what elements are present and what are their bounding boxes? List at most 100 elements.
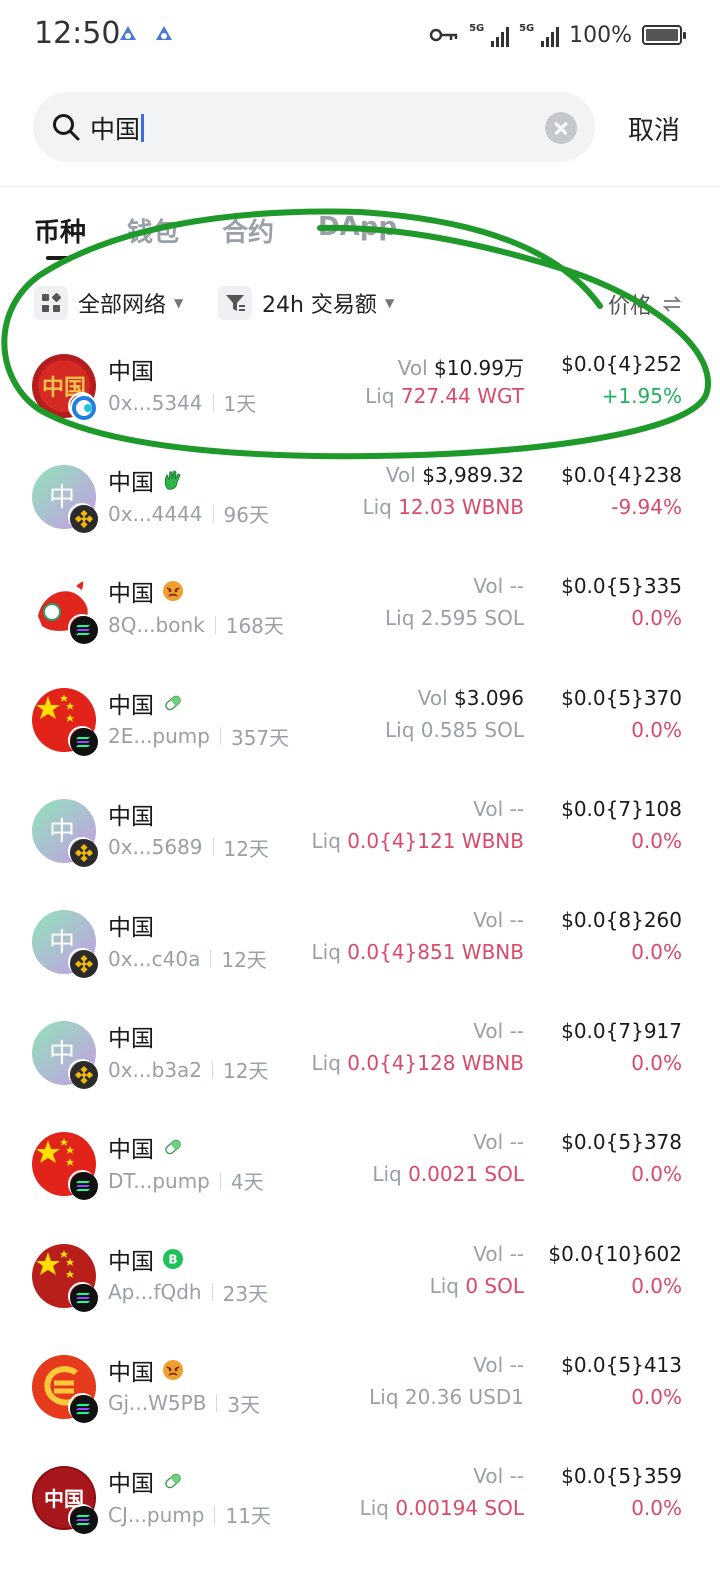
- token-price: $0.0{4}238: [561, 463, 682, 488]
- token-meta: 0x...5344 1天: [108, 388, 256, 417]
- angry-face-icon: [162, 1359, 184, 1381]
- volume-value: --: [509, 574, 524, 599]
- token-price: $0.0{5}413: [561, 1352, 682, 1377]
- grid-icon: [34, 286, 68, 320]
- separator: [212, 1060, 214, 1079]
- token-age: 12天: [221, 948, 267, 972]
- token-meta: 0x...4444 96天: [108, 499, 269, 528]
- token-meta: Gj...W5PB 3天: [108, 1389, 260, 1418]
- vol-label: Vol: [473, 796, 504, 821]
- tab-tokens[interactable]: 币种: [34, 212, 86, 249]
- vol-label: Vol: [473, 1019, 504, 1044]
- liquidity-value: 0.0021 SOL: [408, 1162, 524, 1187]
- svg-text:B: B: [168, 1252, 177, 1266]
- vol-label: Vol: [473, 908, 504, 932]
- hand-emoji-icon: [162, 469, 184, 491]
- token-row[interactable]: 中国 中国 0x...5344 1天 Vol $10.99万 Liq 727.44 WGT…: [0, 352, 720, 463]
- token-row[interactable]: 中国 B Ap...fQdh 23天 Vol -- Liq 0 SOL $0.0{10}60…: [0, 1242, 720, 1353]
- search-input[interactable]: 中国: [90, 110, 145, 146]
- volume-value: $3,989.32: [422, 463, 524, 488]
- token-meta: Ap...fQdh 23天: [108, 1278, 268, 1307]
- solana-chain-icon: [68, 1504, 98, 1534]
- swap-sort-icon: [662, 296, 682, 312]
- pill-icon: [162, 1470, 184, 1492]
- token-age: 3天: [227, 1392, 261, 1417]
- filter-funnel-icon: [218, 286, 252, 320]
- token-row[interactable]: 中中国 0x...c40a 12天 Vol -- Liq 0.0{4}851 WBNB $…: [0, 908, 720, 1019]
- network-filter-label: 全部网络: [78, 293, 167, 318]
- token-row[interactable]: 中国 8Q...bonk 168天 Vol -- Liq 2.595 SOL $0.0{5…: [0, 574, 720, 685]
- signal-icon: 5G: [519, 23, 560, 47]
- token-price: $0.0{7}917: [561, 1019, 682, 1044]
- vol-label: Vol: [473, 1241, 504, 1266]
- sort-filter[interactable]: 24h 交易额 ▼: [218, 284, 394, 322]
- token-volume: Vol --: [473, 574, 524, 598]
- token-name: 中国: [108, 359, 154, 385]
- network-filter[interactable]: 全部网络 ▼: [34, 284, 183, 322]
- search-bar[interactable]: 中国: [33, 92, 595, 162]
- clear-search-button[interactable]: [545, 112, 577, 144]
- token-meta: DT...pump 4天: [108, 1166, 264, 1195]
- token-price: $0.0{8}260: [561, 908, 682, 932]
- token-liquidity: Liq 0.00194 SOL: [360, 1496, 524, 1520]
- token-volume: Vol --: [473, 797, 524, 821]
- pill-icon: [162, 692, 184, 714]
- token-volume: Vol --: [473, 1242, 524, 1266]
- token-price: $0.0{5}378: [561, 1130, 682, 1155]
- app-notification-icon: [156, 26, 172, 40]
- cancel-button[interactable]: 取消: [628, 110, 680, 147]
- liquidity-value: 0 SOL: [465, 1273, 524, 1298]
- volume-value: $3.096: [454, 685, 524, 710]
- vol-label: Vol: [473, 1130, 504, 1155]
- separator: [219, 1171, 221, 1190]
- tab-wallets[interactable]: 钱包: [127, 212, 179, 249]
- liquidity-value: 12.03 WBNB: [398, 495, 524, 520]
- volume-value: --: [509, 1019, 524, 1044]
- token-row[interactable]: 中国 DT...pump 4天 Vol -- Liq 0.0021 SOL $0.0{5}…: [0, 1130, 720, 1241]
- liquidity-value: 0.585 SOL: [420, 717, 524, 742]
- token-change: 0.0%: [631, 606, 682, 631]
- dropdown-arrow-icon: ▼: [384, 296, 395, 310]
- token-address: Ap...fQdh: [108, 1280, 202, 1305]
- liq-label: Liq: [311, 1051, 341, 1076]
- divider: [0, 186, 720, 187]
- tab-contracts[interactable]: 合约: [222, 212, 274, 249]
- volume-value: --: [509, 1130, 524, 1155]
- token-age: 1天: [223, 392, 257, 416]
- token-liquidity: Liq 0.0{4}121 WBNB: [312, 829, 524, 853]
- tab-dapp[interactable]: DApp: [318, 212, 397, 242]
- sort-filter-label: 24h 交易额: [262, 293, 377, 318]
- vol-label: Vol: [417, 685, 448, 710]
- token-row[interactable]: 中中国 0x...5689 12天 Vol -- Liq 0.0{4}121 WBNB $…: [0, 797, 720, 908]
- token-name: 中国: [108, 915, 154, 941]
- token-liquidity: Liq 0.585 SOL: [385, 718, 524, 742]
- token-row[interactable]: 中中国 0x...4444 96天 Vol $3,989.32 Liq 12.03 WB…: [0, 463, 720, 574]
- token-change: 0.0%: [631, 1496, 682, 1520]
- price-sort-label: 价格: [607, 294, 652, 319]
- token-change: 0.0%: [631, 828, 682, 853]
- liq-label: Liq: [311, 828, 341, 853]
- liq-label: Liq: [362, 495, 392, 520]
- volume-value: --: [509, 1464, 524, 1488]
- search-icon: [53, 114, 80, 141]
- volume-value: --: [509, 1352, 524, 1377]
- token-address: 0x...5689: [108, 835, 203, 860]
- token-address: CJ...pump: [108, 1502, 205, 1527]
- token-liquidity: Liq 0 SOL: [430, 1274, 524, 1298]
- liq-label: Liq: [359, 1496, 389, 1520]
- token-row[interactable]: 中国 Gj...W5PB 3天 Vol -- Liq 20.36 USD1 $0.0{5}…: [0, 1353, 720, 1464]
- token-age: 23天: [222, 1281, 269, 1306]
- token-address: 0x...4444: [108, 501, 203, 526]
- separator: [214, 1505, 216, 1524]
- price-sort-button[interactable]: 价格: [608, 288, 682, 320]
- token-meta: 8Q...bonk 168天: [108, 610, 284, 639]
- token-price: $0.0{7}108: [561, 796, 682, 821]
- token-row[interactable]: 中中国 0x...b3a2 12天 Vol -- Liq 0.0{4}128 WBNB $…: [0, 1019, 720, 1130]
- token-age: 12天: [223, 836, 269, 861]
- separator: [219, 727, 221, 746]
- active-tab-indicator: [46, 256, 70, 260]
- token-change: 0.0%: [631, 1384, 682, 1409]
- token-name: 中国: [108, 1026, 154, 1053]
- token-row[interactable]: 中国 2E...pump 357天 Vol $3.096 Liq 0.585 SOL $0…: [0, 686, 720, 797]
- token-row[interactable]: 中国 中国 CJ...pump 11天 Vol -- Liq 0.00194 SOL $0.…: [0, 1464, 720, 1575]
